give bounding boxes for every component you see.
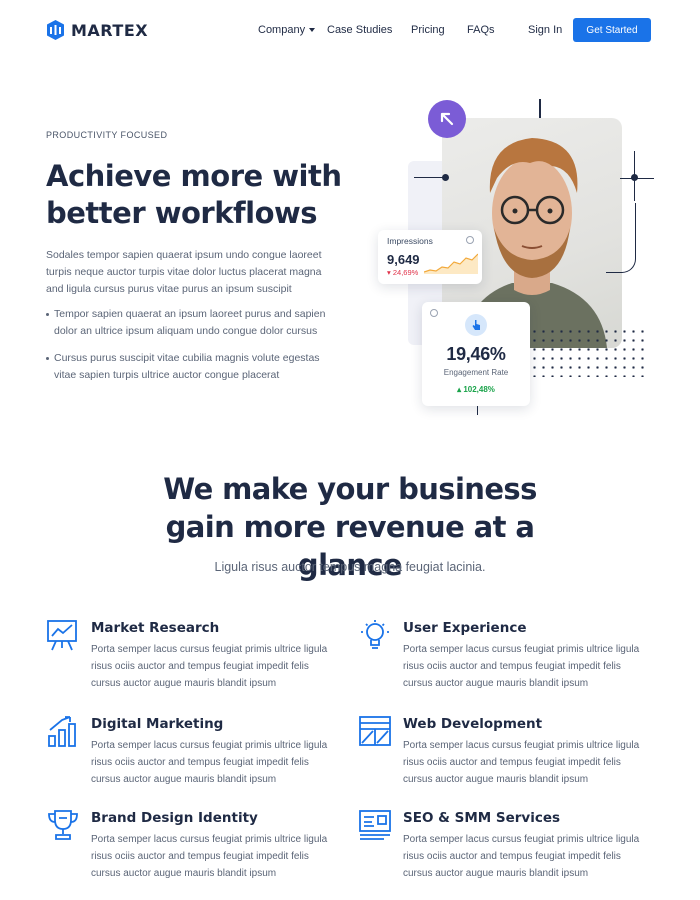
seo-screen-icon: [359, 810, 391, 840]
feature-description: Porta semper lacus cursus feugiat primis…: [91, 834, 328, 879]
feature-title: User Experience: [403, 620, 527, 636]
nav-item-case-studies[interactable]: Case Studies: [327, 24, 411, 36]
feature-description: Porta semper lacus cursus feugiat primis…: [91, 740, 328, 785]
info-icon: [430, 309, 438, 317]
decor-line: [539, 99, 541, 119]
sign-in-link[interactable]: Sign In: [528, 24, 562, 36]
lightbulb-icon: [361, 620, 389, 649]
hero-bullet: Cursus purus suscipit vitae cubilia magn…: [46, 350, 336, 384]
arrow-up-left-icon: [440, 112, 454, 126]
decor-arc: [606, 203, 636, 273]
feature-title: Market Research: [91, 620, 220, 636]
feature-title: Web Development: [403, 716, 543, 732]
pointer-hand-icon: [465, 314, 487, 336]
brand-name: MARTEX: [71, 20, 149, 40]
hero-bullet-list: Tempor sapien quaerat an ipsum laoreet p…: [46, 306, 336, 394]
top-nav: MARTEX Company Case Studies Pricing FAQs…: [0, 0, 700, 60]
section-subtitle: Ligula risus auctor tempus magna feugiat…: [214, 560, 486, 574]
growth-bars-icon: [48, 716, 76, 747]
feature-title: Digital Marketing: [91, 716, 224, 732]
trophy-icon: [48, 810, 78, 840]
impressions-card: Impressions 9,649 ▾ 24,69%: [378, 230, 482, 284]
engagement-label: Engagement Rate: [443, 368, 509, 377]
chevron-down-icon: [309, 28, 316, 32]
arrow-up-left-badge: [428, 100, 466, 138]
engagement-change-value: 102,48%: [463, 385, 495, 394]
hero-eyebrow: PRODUCTIVITY FOCUSED: [46, 130, 168, 140]
hero-description: Sodales tempor sapien quaerat ipsum undo…: [46, 249, 322, 295]
hero-visual: Impressions 9,649 ▾ 24,69% 19,46% Engage…: [370, 95, 670, 425]
nav-item-company[interactable]: Company: [258, 24, 327, 36]
hero-bullet: Tempor sapien quaerat an ipsum laoreet p…: [46, 306, 336, 340]
impressions-change-value: 24,69%: [392, 268, 419, 277]
web-layout-icon: [359, 716, 391, 746]
impressions-sparkline: [424, 253, 478, 274]
get-started-button[interactable]: Get Started: [573, 18, 651, 42]
presentation-chart-icon: [47, 620, 77, 651]
engagement-card: 19,46% Engagement Rate ▴ 102,48%: [422, 302, 530, 406]
decor-dot: [442, 174, 449, 181]
nav-item-pricing[interactable]: Pricing: [411, 24, 467, 36]
nav-links: Company Case Studies Pricing FAQs: [258, 24, 528, 36]
feature-description: Porta semper lacus cursus feugiat primis…: [403, 644, 640, 689]
info-icon: [466, 236, 474, 244]
hero-title: Achieve more with better workflows: [46, 159, 342, 230]
decor-dot: [631, 174, 638, 181]
feature-title: SEO & SMM Services: [403, 810, 561, 826]
feature-description: Porta semper lacus cursus feugiat primis…: [91, 644, 328, 689]
logo-mark-icon: [47, 20, 64, 40]
feature-description: Porta semper lacus cursus feugiat primis…: [403, 740, 640, 785]
nav-item-faqs[interactable]: FAQs: [467, 24, 528, 36]
nav-item-label: Company: [258, 24, 306, 36]
feature-description: Porta semper lacus cursus feugiat primis…: [403, 834, 640, 879]
engagement-change: ▴ 102,48%: [457, 385, 495, 394]
brand-logo[interactable]: MARTEX: [46, 19, 148, 41]
feature-title: Brand Design Identity: [91, 810, 258, 826]
dot-grid-pattern: [530, 327, 645, 377]
impressions-label: Impressions: [387, 236, 433, 246]
engagement-value: 19,46%: [446, 344, 506, 364]
